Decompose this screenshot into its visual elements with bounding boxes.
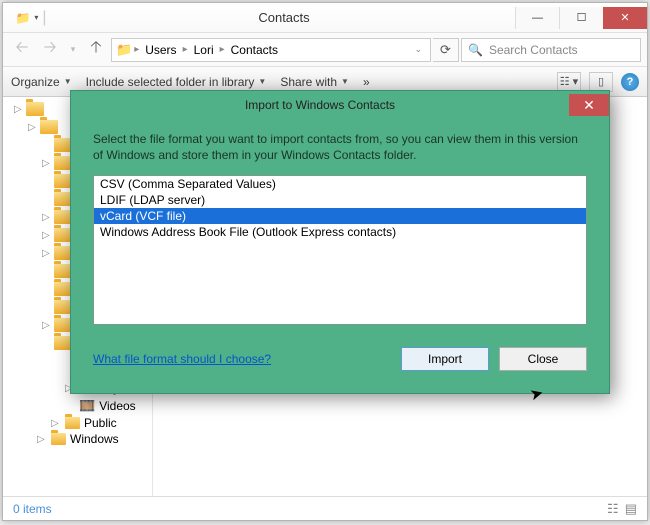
help-link[interactable]: What file format should I choose? (93, 352, 271, 366)
address-bar: 🡠 🡢 ▾ 🡡 📁 ▸ Users ▸ Lori ▸ Contacts ⌄ ⟳ … (3, 33, 647, 67)
preview-pane-button[interactable]: ▯ (589, 72, 613, 92)
breadcrumb-root-icon[interactable]: 📁 (116, 42, 132, 58)
history-dropdown-icon[interactable]: ▾ (65, 37, 81, 63)
tree-item-public[interactable]: ▷Public (3, 415, 152, 431)
dialog-description: Select the file format you want to impor… (93, 131, 587, 163)
format-option-ldif[interactable]: LDIF (LDAP server) (94, 192, 586, 208)
minimize-button[interactable]: — (515, 7, 559, 29)
include-in-library-menu[interactable]: Include selected folder in library ▼ (86, 75, 267, 89)
format-option-vcard[interactable]: vCard (VCF file) (94, 208, 586, 224)
breadcrumb-bar[interactable]: 📁 ▸ Users ▸ Lori ▸ Contacts ⌄ (111, 38, 431, 62)
toolbar-overflow[interactable]: » (363, 75, 370, 89)
share-with-menu[interactable]: Share with ▼ (280, 75, 349, 89)
up-button[interactable]: 🡡 (83, 37, 109, 63)
search-placeholder: Search Contacts (489, 43, 578, 57)
window-titlebar: 📁 ▾ | Contacts — ☐ ✕ (3, 3, 647, 33)
view-options-button[interactable]: ☷ ▾ (557, 72, 581, 92)
dialog-close-button[interactable]: ✕ (569, 94, 609, 116)
search-icon: 🔍 (468, 43, 483, 57)
format-listbox[interactable]: CSV (Comma Separated Values) LDIF (LDAP … (93, 175, 587, 325)
dialog-title: Import to Windows Contacts (71, 98, 569, 112)
details-view-icon[interactable]: ☷ (607, 501, 619, 517)
tree-item-videos[interactable]: 🎞️Videos (3, 397, 152, 415)
format-option-wab[interactable]: Windows Address Book File (Outlook Expre… (94, 224, 586, 240)
search-input[interactable]: 🔍 Search Contacts (461, 38, 641, 62)
tree-item-windows[interactable]: ▷Windows (3, 431, 152, 447)
help-button[interactable]: ? (621, 73, 639, 91)
icons-view-icon[interactable]: ▤ (625, 501, 637, 517)
breadcrumb-item[interactable]: Contacts (227, 43, 282, 57)
window-menu-chevron-icon[interactable]: ▾ (34, 13, 38, 22)
maximize-button[interactable]: ☐ (559, 7, 603, 29)
refresh-button[interactable]: ⟳ (433, 38, 459, 62)
breadcrumb-item[interactable]: Lori (190, 43, 218, 57)
folder-icon (40, 120, 58, 134)
import-contacts-dialog: Import to Windows Contacts ✕ Select the … (70, 90, 610, 394)
item-count: 0 items (13, 502, 52, 516)
back-button[interactable]: 🡠 (9, 37, 35, 63)
organize-menu[interactable]: Organize ▼ (11, 75, 72, 89)
folder-icon (26, 102, 44, 116)
status-bar: 0 items ☷ ▤ (3, 496, 647, 520)
import-button[interactable]: Import (401, 347, 489, 371)
dialog-titlebar[interactable]: Import to Windows Contacts ✕ (71, 91, 609, 119)
format-option-csv[interactable]: CSV (Comma Separated Values) (94, 176, 586, 192)
window-close-button[interactable]: ✕ (603, 7, 647, 29)
window-icon: 📁 (15, 11, 30, 25)
window-title: Contacts (53, 10, 515, 25)
breadcrumb-item[interactable]: Users (141, 43, 180, 57)
forward-button[interactable]: 🡢 (37, 37, 63, 63)
close-button[interactable]: Close (499, 347, 587, 371)
